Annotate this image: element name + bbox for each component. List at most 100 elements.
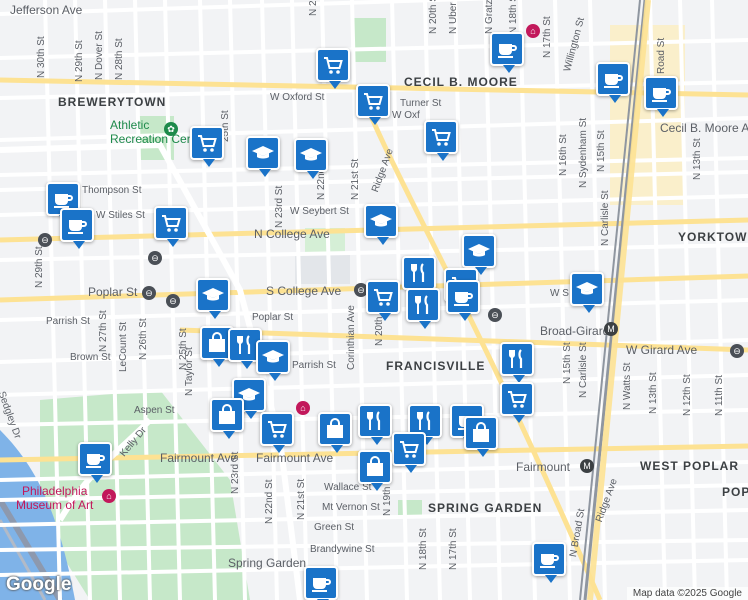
graduation-cap-icon[interactable] [462,234,496,275]
coffee-cup-icon[interactable] [596,62,630,103]
street-w-s: W S [550,288,569,299]
shopping-cart-icon[interactable] [500,382,534,423]
street-gratz: N Gratz St [484,0,495,34]
subway-station-icon[interactable]: M [580,459,594,473]
graduation-cap-icon[interactable] [294,138,328,179]
graduation-cap-icon[interactable] [256,340,290,381]
museum-marker-icon[interactable]: ⌂ [526,24,540,38]
street-stiles: W Stiles St [96,210,145,221]
shopping-cart-icon[interactable] [366,280,400,321]
street-fairmount: Fairmount Ave [160,451,238,465]
bus-stop-icon[interactable]: ⊖ [142,286,156,300]
neighborhood-cecil-b-moore: CECIL B. MOORE [404,75,518,89]
street-n17-top: N 17th St [542,16,553,58]
shopping-cart-icon[interactable] [424,120,458,161]
street-thompson: Thompson St [82,185,142,196]
street-brandywine: Brandywine St [310,544,375,555]
neighborhood-poplar: POP [722,485,748,499]
shopping-cart-icon[interactable] [260,412,294,453]
shopping-bag-icon[interactable] [358,450,392,491]
neighborhood-francisville: FRANCISVILLE [386,359,486,373]
shopping-bag-icon[interactable] [464,416,498,457]
street-seybert: W Seybert St [290,206,349,217]
restaurant-icon[interactable] [500,342,534,383]
street-n20-top: N 20th St [428,0,439,34]
street-broad-road: Road St [656,37,667,74]
street-n29: N 29th St [74,40,85,82]
bus-stop-icon[interactable]: ⊖ [148,251,162,265]
museum-marker-icon[interactable]: ⌂ [102,489,116,503]
street-n12: N 12th St [682,374,693,416]
shopping-cart-icon[interactable] [392,432,426,473]
street-n21-b: N 21st St [296,478,307,520]
street-n2-top: N 2 [308,0,319,16]
bus-stop-icon[interactable]: ⊖ [38,233,52,247]
street-carlisle-2: N Carlisle St [578,342,589,398]
coffee-cup-icon[interactable] [532,542,566,583]
bus-stop-icon[interactable]: ⊖ [730,344,744,358]
street-n23-b: N 23rd St [230,451,241,494]
street-oxford: W Oxford St [270,92,325,103]
street-n17: N 17th St [448,528,459,570]
street-aspen: Aspen St [134,405,175,416]
shopping-cart-icon[interactable] [190,126,224,167]
coffee-cup-icon[interactable] [644,76,678,117]
graduation-cap-icon[interactable] [246,136,280,177]
museum-marker-icon[interactable]: ⌂ [296,401,310,415]
coffee-cup-icon[interactable] [446,280,480,321]
coffee-cup-icon[interactable] [304,566,338,600]
graduation-cap-icon[interactable] [196,278,230,319]
street-college: N College Ave [254,227,330,241]
street-parrish-2: Parrish St [292,360,336,371]
shopping-bag-icon[interactable] [318,412,352,453]
shopping-bag-icon[interactable] [210,398,244,439]
street-sydenham: N Sydenham St [578,117,589,188]
street-n26: N 26th St [138,318,149,360]
restaurant-icon[interactable] [358,404,392,445]
street-n18: N 18th St [418,528,429,570]
street-n23: N 23rd St [274,185,285,228]
neighborhood-yorktown: YORKTOWN [678,230,748,244]
map-canvas[interactable]: BREWERYTOWN CECIL B. MOORE YORKTOWN FRAN… [0,0,748,600]
street-turner: Turner St [400,98,442,109]
street-lecount: LeCount St [118,321,129,372]
graduation-cap-icon[interactable] [570,272,604,313]
street-oxford-2: W Oxf [392,110,420,121]
station-fairmount: Fairmount [516,460,571,474]
bus-stop-icon[interactable]: ⊖ [488,308,502,322]
street-mt-vernon: Mt Vernon St [322,502,380,513]
subway-station-icon[interactable]: M [604,322,618,336]
coffee-cup-icon[interactable] [78,442,112,483]
restaurant-icon[interactable] [402,256,436,297]
shopping-cart-icon[interactable] [356,84,390,125]
park-marker-icon[interactable]: ✿ [164,122,178,136]
shopping-cart-icon[interactable] [154,206,188,247]
street-jefferson: Jefferson Ave [10,3,83,17]
google-logo: Google [6,574,72,595]
street-w-girard: W Girard Ave [626,343,698,357]
restaurant-icon[interactable] [406,288,440,329]
graduation-cap-icon[interactable] [364,204,398,245]
map-attribution: Map data ©2025 Google [626,587,748,600]
coffee-cup-icon[interactable] [60,208,94,249]
street-n13: N 13th St [648,372,659,414]
street-n15: N 15th St [596,130,607,172]
street-cecil-b-moore-ave: Cecil B. Moore Ave [660,121,748,135]
street-n29-b: N 29th St [34,246,45,288]
street-n27: N 27th St [98,310,109,352]
street-spring-garden: Spring Garden [228,556,307,570]
museum-of-art-label[interactable]: Philadelphia Museum of Art [16,484,93,512]
street-carlisle: N Carlisle St [600,190,611,246]
neighborhood-west-poplar: WEST POPLAR [640,459,740,473]
street-parrish: Parrish St [46,316,90,327]
street-n21: N 21st St [350,158,361,200]
shopping-cart-icon[interactable] [316,48,350,89]
street-n11: N 11th St [714,375,725,416]
street-watts: N Watts St [622,362,633,410]
street-s-college: S College Ave [266,284,342,298]
coffee-cup-icon[interactable] [490,32,524,73]
street-n15-b: N 15th St [562,342,573,384]
neighborhood-spring-garden: SPRING GARDEN [428,501,543,515]
bus-stop-icon[interactable]: ⊖ [166,294,180,308]
street-corinthian: Corinthian Ave [346,305,357,370]
